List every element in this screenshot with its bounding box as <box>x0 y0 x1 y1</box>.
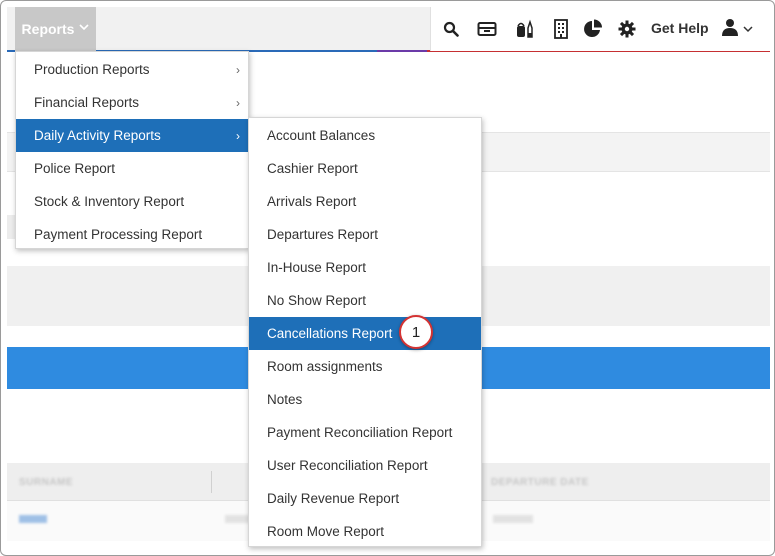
search-icon[interactable] <box>441 19 461 39</box>
menu-item-production-reports[interactable]: Production Reports › <box>16 53 248 86</box>
submenu-item-room-assignments[interactable]: Room assignments <box>249 350 481 383</box>
reports-label: Reports <box>21 21 75 37</box>
chevron-down-icon <box>79 23 90 34</box>
menu-item-financial-reports[interactable]: Financial Reports › <box>16 86 248 119</box>
user-icon <box>721 18 739 41</box>
menu-item-stock-inventory-report[interactable]: Stock & Inventory Report <box>16 185 248 218</box>
submenu-item-cancellations-report[interactable]: Cancellations Report <box>249 317 481 350</box>
gear-icon[interactable] <box>617 19 637 39</box>
reports-menu-button[interactable]: Reports <box>15 7 96 51</box>
submenu-item-arrivals-report[interactable]: Arrivals Report <box>249 185 481 218</box>
submenu-item-no-show-report[interactable]: No Show Report <box>249 284 481 317</box>
submenu-item-payment-reconciliation-report[interactable]: Payment Reconciliation Report <box>249 416 481 449</box>
submenu-item-departures-report[interactable]: Departures Report <box>249 218 481 251</box>
menu-item-police-report[interactable]: Police Report <box>16 152 248 185</box>
submenu-item-account-balances[interactable]: Account Balances <box>249 119 481 152</box>
submenu-item-notes[interactable]: Notes <box>249 383 481 416</box>
pie-chart-icon[interactable] <box>583 19 603 39</box>
table-header-surname: SURNAME <box>19 477 74 488</box>
callout-number: 1 <box>411 323 421 341</box>
cleaning-supplies-icon[interactable] <box>515 19 535 39</box>
toolbar: Get Help <box>430 7 770 51</box>
step-callout-marker: 1 <box>399 315 433 349</box>
daily-activity-submenu: Account Balances Cashier Report Arrivals… <box>248 117 482 547</box>
submenu-item-cashier-report[interactable]: Cashier Report <box>249 152 481 185</box>
chevron-right-icon: › <box>236 128 240 143</box>
reports-dropdown-menu: Production Reports › Financial Reports › D… <box>15 51 249 249</box>
menu-item-payment-processing-report[interactable]: Payment Processing Report <box>16 218 248 251</box>
chevron-right-icon: › <box>236 62 240 77</box>
submenu-item-room-move-report[interactable]: Room Move Report <box>249 515 481 548</box>
submenu-item-in-house-report[interactable]: In-House Report <box>249 251 481 284</box>
chevron-right-icon: › <box>236 95 240 110</box>
building-icon[interactable] <box>551 19 571 39</box>
submenu-item-daily-revenue-report[interactable]: Daily Revenue Report <box>249 482 481 515</box>
inbox-tray-icon[interactable] <box>477 19 497 39</box>
user-menu-button[interactable] <box>721 17 761 41</box>
app-window: Reports Get Help SURNAME DEPARTURE DATE … <box>0 0 775 556</box>
chevron-down-icon <box>743 20 753 38</box>
table-header-departure-date: DEPARTURE DATE <box>491 477 589 488</box>
menu-item-daily-activity-reports[interactable]: Daily Activity Reports › <box>16 119 248 152</box>
submenu-item-user-reconciliation-report[interactable]: User Reconciliation Report <box>249 449 481 482</box>
get-help-link[interactable]: Get Help <box>651 20 709 36</box>
